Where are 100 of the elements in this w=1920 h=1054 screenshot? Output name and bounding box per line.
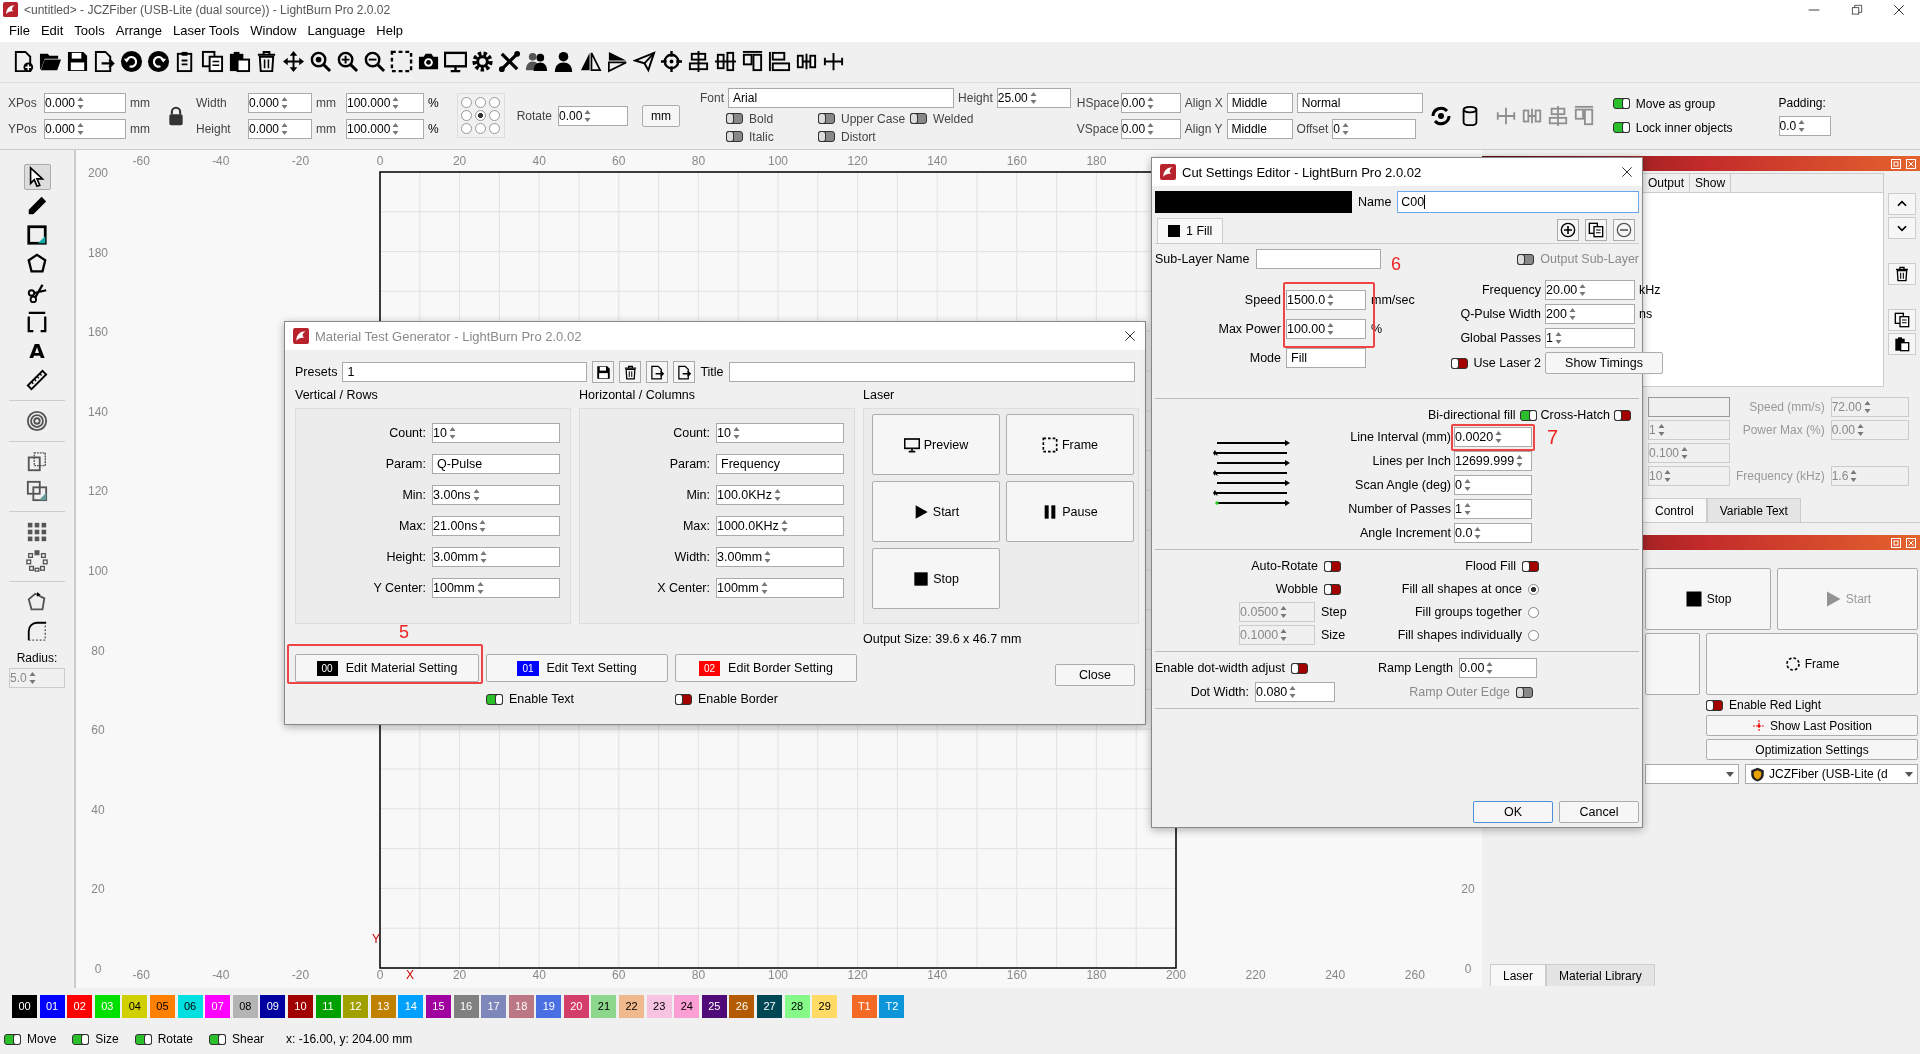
stop-button[interactable]: Stop — [1645, 568, 1771, 631]
save-button[interactable] — [592, 361, 615, 383]
trash-icon[interactable] — [255, 50, 278, 74]
menu-item[interactable]: Help — [376, 23, 404, 39]
edit-setting-button[interactable]: 01 Edit Text Setting — [486, 654, 668, 682]
optimization-settings-button[interactable]: Optimization Settings — [1706, 739, 1918, 761]
number-field[interactable]: 3.00ns — [432, 485, 560, 505]
flip-vertical-icon[interactable] — [606, 50, 629, 74]
dropdown[interactable]: Fill — [1286, 348, 1366, 368]
text-tool-icon[interactable]: A — [23, 338, 51, 365]
show-timings-button[interactable]: Show Timings — [1545, 352, 1663, 374]
menu-item[interactable]: File — [9, 23, 30, 39]
number-field[interactable]: 0.00 — [1120, 118, 1181, 139]
paste-icon[interactable] — [228, 50, 251, 74]
monitor-icon[interactable] — [444, 50, 467, 74]
color-swatch[interactable]: 05 — [149, 994, 175, 1018]
color-swatch[interactable]: 20 — [563, 994, 589, 1018]
number-field[interactable]: 1000.0KHz — [716, 516, 844, 536]
move-up-button[interactable] — [1888, 193, 1916, 216]
number-field[interactable]: 0.000 — [248, 92, 312, 113]
anchor-radio[interactable] — [474, 110, 486, 122]
toggle-switch[interactable] — [675, 693, 692, 705]
number-field[interactable]: 100mm — [432, 578, 560, 598]
name-field[interactable]: C00 — [1397, 191, 1639, 213]
column-header[interactable]: Show — [1690, 174, 1732, 193]
color-swatch[interactable]: 08 — [232, 994, 258, 1018]
number-field[interactable]: 1500.0 — [1286, 290, 1366, 310]
panel-tab[interactable]: Variable Text — [1706, 498, 1801, 523]
edit-setting-button[interactable]: 00 Edit Material Setting — [295, 654, 479, 682]
move-icon[interactable] — [282, 50, 305, 74]
toggle-switch[interactable] — [1522, 560, 1539, 572]
toggle-switch[interactable] — [1324, 560, 1341, 572]
dialog-button[interactable]: OK — [1473, 801, 1553, 823]
close-icon[interactable] — [1892, 2, 1906, 17]
color-swatch[interactable]: 27 — [757, 994, 783, 1018]
delete-button[interactable] — [1888, 263, 1916, 286]
color-swatch[interactable]: 28 — [784, 994, 810, 1018]
anchor-radio[interactable] — [488, 97, 500, 109]
color-swatch[interactable]: 21 — [591, 994, 617, 1018]
anchor-radio[interactable] — [474, 97, 486, 109]
number-field[interactable]: 0.00 — [558, 105, 629, 126]
toggle-switch[interactable] — [1290, 662, 1308, 674]
menu-item[interactable]: Tools — [74, 23, 105, 39]
color-swatch[interactable]: 09 — [260, 994, 286, 1018]
laser-button[interactable]: Frame — [1006, 414, 1134, 475]
export-button[interactable] — [673, 361, 696, 383]
remove-button[interactable] — [1613, 219, 1635, 241]
close-button[interactable]: Close — [1055, 664, 1135, 686]
restore-icon[interactable] — [1850, 2, 1864, 17]
dropdown[interactable]: Frequency — [716, 454, 844, 474]
input-field[interactable] — [1255, 249, 1381, 269]
number-field[interactable]: 25.00 — [996, 87, 1071, 108]
color-swatch[interactable]: 19 — [536, 994, 562, 1018]
toggle-switch[interactable] — [1614, 409, 1631, 421]
align-icon[interactable] — [714, 50, 737, 74]
copy-icon[interactable] — [201, 50, 224, 74]
toggle-switch[interactable] — [72, 1033, 90, 1045]
color-swatch[interactable]: 25 — [701, 994, 727, 1018]
number-field[interactable]: 0.080 — [1255, 682, 1335, 702]
anchor-radio[interactable] — [460, 123, 472, 135]
color-swatch[interactable]: 22 — [619, 994, 645, 1018]
number-field[interactable]: 3.00mm — [432, 547, 560, 567]
align-icon[interactable] — [768, 50, 791, 74]
unit-button[interactable]: mm — [642, 104, 681, 127]
zoom-icon[interactable] — [309, 50, 332, 74]
undo-icon[interactable] — [120, 50, 143, 74]
number-field[interactable]: 100.000 — [346, 118, 424, 139]
settings-icon[interactable] — [471, 50, 494, 74]
align-icon[interactable] — [741, 50, 764, 74]
laser-button[interactable]: Preview — [872, 414, 1000, 475]
zoom-in-icon[interactable] — [336, 50, 359, 74]
color-swatch[interactable]: 16 — [453, 994, 479, 1018]
number-field[interactable]: 200 — [1545, 304, 1635, 324]
number-field[interactable]: 100.00 — [1286, 319, 1366, 339]
toggle-switch[interactable] — [1706, 699, 1723, 711]
toggle-switch[interactable] — [4, 1033, 21, 1045]
number-field[interactable]: 1 — [1454, 499, 1532, 519]
tool-button[interactable] — [23, 548, 51, 575]
color-swatch[interactable]: 23 — [646, 994, 672, 1018]
input-field[interactable] — [1648, 397, 1730, 418]
close-icon[interactable] — [1620, 165, 1634, 179]
tool-button[interactable] — [23, 164, 51, 191]
layer-color-bar[interactable] — [1155, 191, 1352, 213]
number-field[interactable]: 12699.999 — [1454, 451, 1532, 471]
dropdown[interactable]: Normal — [1296, 92, 1423, 113]
radio-button[interactable] — [1528, 583, 1539, 595]
zoom-out-icon[interactable] — [363, 50, 386, 74]
anchor-radio[interactable] — [474, 123, 486, 135]
toggle-switch[interactable] — [134, 1033, 152, 1045]
paper-plane-icon[interactable] — [633, 50, 656, 74]
number-field[interactable]: 0.000 — [44, 92, 126, 113]
color-swatch[interactable]: 29 — [812, 994, 838, 1018]
menu-item[interactable]: Language — [307, 23, 366, 39]
number-field[interactable]: 0.00 — [1459, 658, 1537, 678]
toggle-switch[interactable] — [486, 693, 503, 705]
number-field[interactable]: 1 — [1545, 328, 1635, 348]
redo-icon[interactable] — [147, 50, 170, 74]
number-field[interactable]: 0.0020 — [1454, 427, 1532, 447]
panel-tab[interactable]: Laser — [1490, 964, 1547, 987]
close-icon[interactable] — [1123, 329, 1137, 343]
